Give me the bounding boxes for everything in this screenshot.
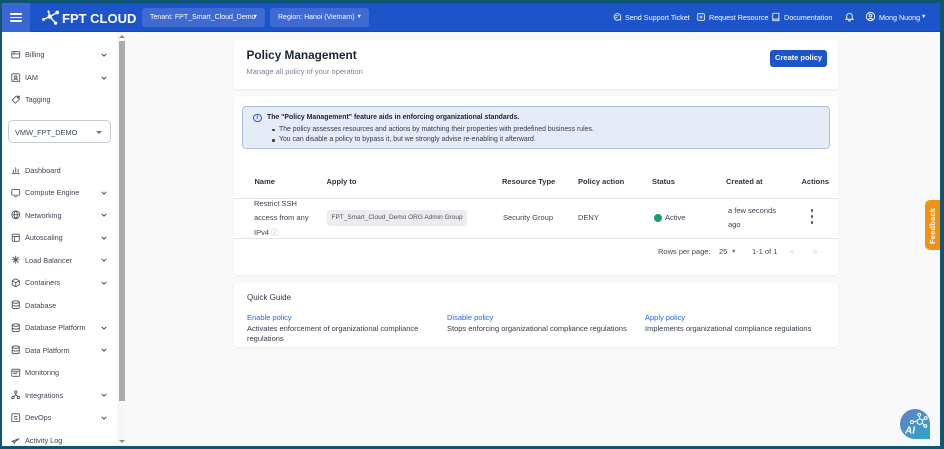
- svg-text:AI: AI: [904, 426, 915, 437]
